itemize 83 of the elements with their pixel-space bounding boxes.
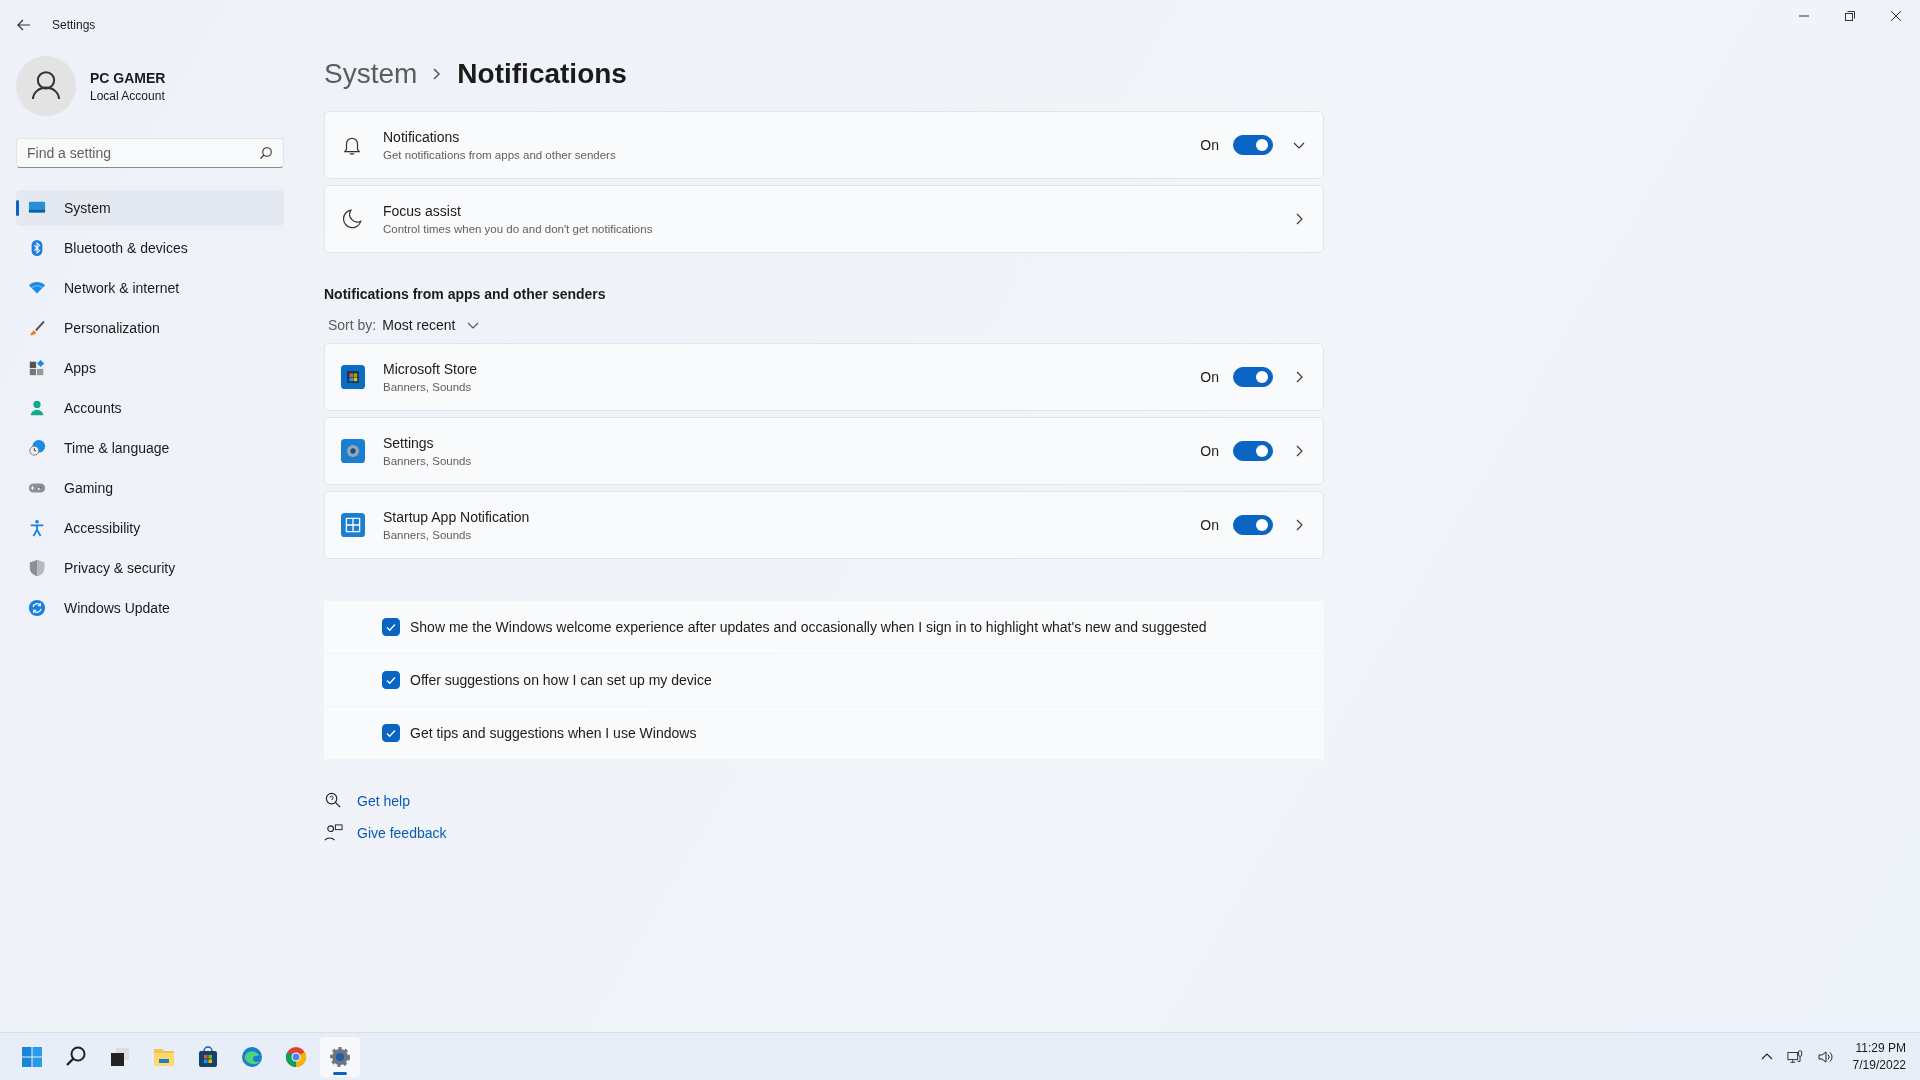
section-heading: Notifications from apps and other senders (324, 286, 607, 302)
app-name: Settings (383, 435, 435, 451)
speaker-icon[interactable] (1816, 1048, 1833, 1065)
sort-dropdown[interactable]: Sort by: Most recent (324, 315, 1920, 335)
option-label: Get tips and suggestions when I use Windows (410, 725, 697, 741)
setting-card[interactable]: Notifications Get notifications from apps and other senders On (324, 111, 1324, 179)
nav-item[interactable]: System (16, 190, 284, 226)
toggle-state-label: On (1200, 517, 1219, 533)
nav-item[interactable]: Apps (16, 350, 284, 386)
link[interactable]: Get help (357, 792, 410, 809)
toggle-switch[interactable] (1233, 135, 1273, 155)
moon-icon (341, 208, 363, 230)
restore-icon[interactable] (1844, 10, 1856, 22)
checkmark-icon (385, 621, 397, 633)
nav-item[interactable]: Accounts (16, 390, 284, 426)
toggle-switch[interactable] (1233, 515, 1273, 535)
browser-wave-icon (240, 1044, 264, 1069)
nav-item[interactable]: Bluetooth & devices (16, 230, 284, 266)
app-card[interactable]: Startup App Notification Banners, Sounds On (324, 491, 1324, 559)
toggle-state-label: On (1200, 369, 1219, 385)
nav-item[interactable]: Network & internet (16, 270, 284, 306)
accessibility-icon (28, 519, 46, 537)
app-notification-types: Banners, Sounds (383, 455, 473, 467)
nav-item[interactable]: Accessibility (16, 510, 284, 546)
apps-icon (28, 359, 46, 377)
clock-time[interactable]: 11:29 PM (1855, 1041, 1906, 1055)
nav-item[interactable]: Personalization (16, 310, 284, 346)
breadcrumb-parent[interactable]: System (324, 58, 418, 90)
shield-icon (28, 559, 46, 577)
setting-title: Notifications (383, 129, 461, 145)
close-icon[interactable] (1890, 10, 1902, 22)
person-icon (28, 399, 46, 417)
app-notification-types: Banners, Sounds (383, 529, 473, 541)
clock-date[interactable]: 7/19/2022 (1852, 1058, 1906, 1072)
app-card[interactable]: Settings Banners, Sounds On (324, 417, 1324, 485)
start-icon (20, 1044, 44, 1069)
help-icon (324, 791, 343, 810)
checkmark-icon (385, 727, 397, 739)
store-icon (196, 1044, 220, 1069)
checkbox[interactable] (382, 618, 400, 636)
account-type: Local Account (90, 88, 166, 103)
nav-item[interactable]: Time & language (16, 430, 284, 466)
option-label: Offer suggestions on how I can set up my device (410, 672, 712, 688)
globe-clock-icon (28, 439, 46, 457)
running-indicator (333, 1071, 347, 1075)
toggle-state-label: On (1200, 137, 1219, 153)
gear-icon (328, 1044, 352, 1069)
app-name: Microsoft Store (383, 361, 479, 377)
back-arrow-icon[interactable] (16, 17, 32, 33)
toggle-switch[interactable] (1233, 441, 1273, 461)
option-label: Show me the Windows welcome experience after updates and occasionally when I sign in to highlight what's new and suggested (410, 619, 1207, 635)
setting-title: Focus assist (383, 203, 462, 219)
chrome-icon (284, 1044, 308, 1069)
search-field[interactable]: Find a setting (16, 138, 284, 168)
network-icon[interactable] (1786, 1048, 1803, 1065)
window-title: Settings (52, 18, 96, 32)
checkbox[interactable] (382, 724, 400, 742)
setting-description: Control times when you do and don't get notifications (383, 223, 654, 235)
page-title: Notifications (457, 58, 627, 90)
gear-icon (341, 439, 365, 463)
toggle-switch[interactable] (1233, 367, 1273, 387)
nav-item[interactable]: Windows Update (16, 590, 284, 626)
app-card[interactable]: Microsoft Store Banners, Sounds On (324, 343, 1324, 411)
paintbrush-icon (28, 319, 46, 337)
setting-description: Get notifications from apps and other senders (383, 149, 617, 161)
taskbar-button[interactable] (320, 1036, 360, 1077)
link[interactable]: Give feedback (357, 824, 447, 841)
app-notification-types: Banners, Sounds (383, 381, 473, 393)
avatar-icon (16, 56, 76, 116)
profile-name: PC GAMER (90, 69, 166, 86)
toggle-state-label: On (1200, 443, 1219, 459)
feedback-icon (324, 823, 343, 842)
nav-item[interactable]: Privacy & security (16, 550, 284, 586)
app-name: Startup App Notification (383, 509, 531, 525)
search-icon[interactable] (259, 146, 273, 160)
window-grid-icon (341, 513, 365, 537)
selection-indicator (16, 200, 19, 216)
store-icon (341, 365, 365, 389)
checkbox[interactable] (382, 671, 400, 689)
sync-icon (28, 599, 46, 617)
nav-item[interactable]: Gaming (16, 470, 284, 506)
setting-card[interactable]: Focus assist Control times when you do and don't get notifications (324, 185, 1324, 253)
checkmark-icon (385, 674, 397, 686)
